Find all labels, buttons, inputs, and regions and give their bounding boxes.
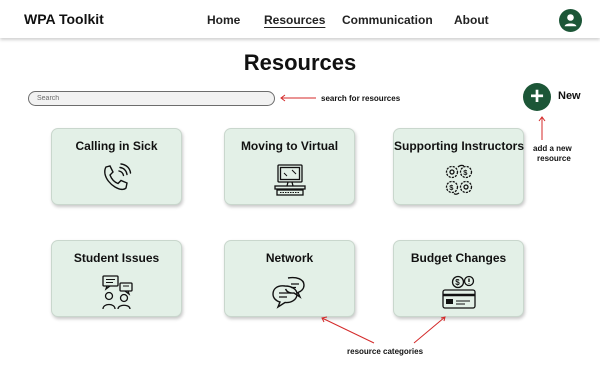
top-nav-bar: WPA Toolkit Home Resources Communication… [0,0,600,38]
search-input[interactable] [37,93,267,104]
user-avatar[interactable] [559,9,582,32]
search-bar[interactable] [28,91,275,106]
nav-communication[interactable]: Communication [342,13,433,27]
new-button-label[interactable]: New [558,90,581,102]
user-icon [564,14,577,27]
new-resource-button[interactable]: + [523,83,551,111]
svg-text:$: $ [463,168,468,177]
category-label: Calling in Sick [75,139,158,153]
category-card-budget-changes[interactable]: Budget Changes $ [393,240,524,317]
category-card-supporting-instructors[interactable]: Supporting Instructors $ $ [393,128,524,205]
nav-resources[interactable]: Resources [264,13,325,27]
page-title: Resources [243,50,357,75]
category-label: Supporting Instructors [394,139,524,153]
category-label: Moving to Virtual [240,139,339,153]
gears-dollar-icon: $ $ [445,164,473,195]
new-annotation-line1: add a new [533,144,572,153]
people-chat-icon [102,275,133,310]
category-label: Budget Changes [410,251,507,265]
search-annotation: search for resources [321,94,401,103]
phone-icon [104,163,132,191]
category-label: Student Issues [73,251,160,265]
money-card-icon: $ [442,275,476,309]
chat-bubbles-icon [272,276,305,309]
svg-text:$: $ [455,278,460,287]
category-card-network[interactable]: Network [224,240,355,317]
computer-icon [274,164,306,196]
svg-text:$: $ [449,183,454,192]
budget-card-arrow [413,316,446,344]
network-card-arrow [321,316,375,344]
category-card-student-issues[interactable]: Student Issues [51,240,182,317]
nav-home[interactable]: Home [207,13,240,27]
categories-annotation: resource categories [347,347,424,356]
category-card-calling-in-sick[interactable]: Calling in Sick [51,128,182,205]
category-label: Network [265,251,314,265]
new-annotation-line2: resource [537,154,571,163]
search-arrow [280,94,316,102]
plus-icon: + [529,83,544,110]
brand-logo[interactable]: WPA Toolkit [24,11,104,27]
nav-about[interactable]: About [454,13,489,27]
category-card-moving-to-virtual[interactable]: Moving to Virtual [224,128,355,205]
new-button-arrow [538,116,546,140]
